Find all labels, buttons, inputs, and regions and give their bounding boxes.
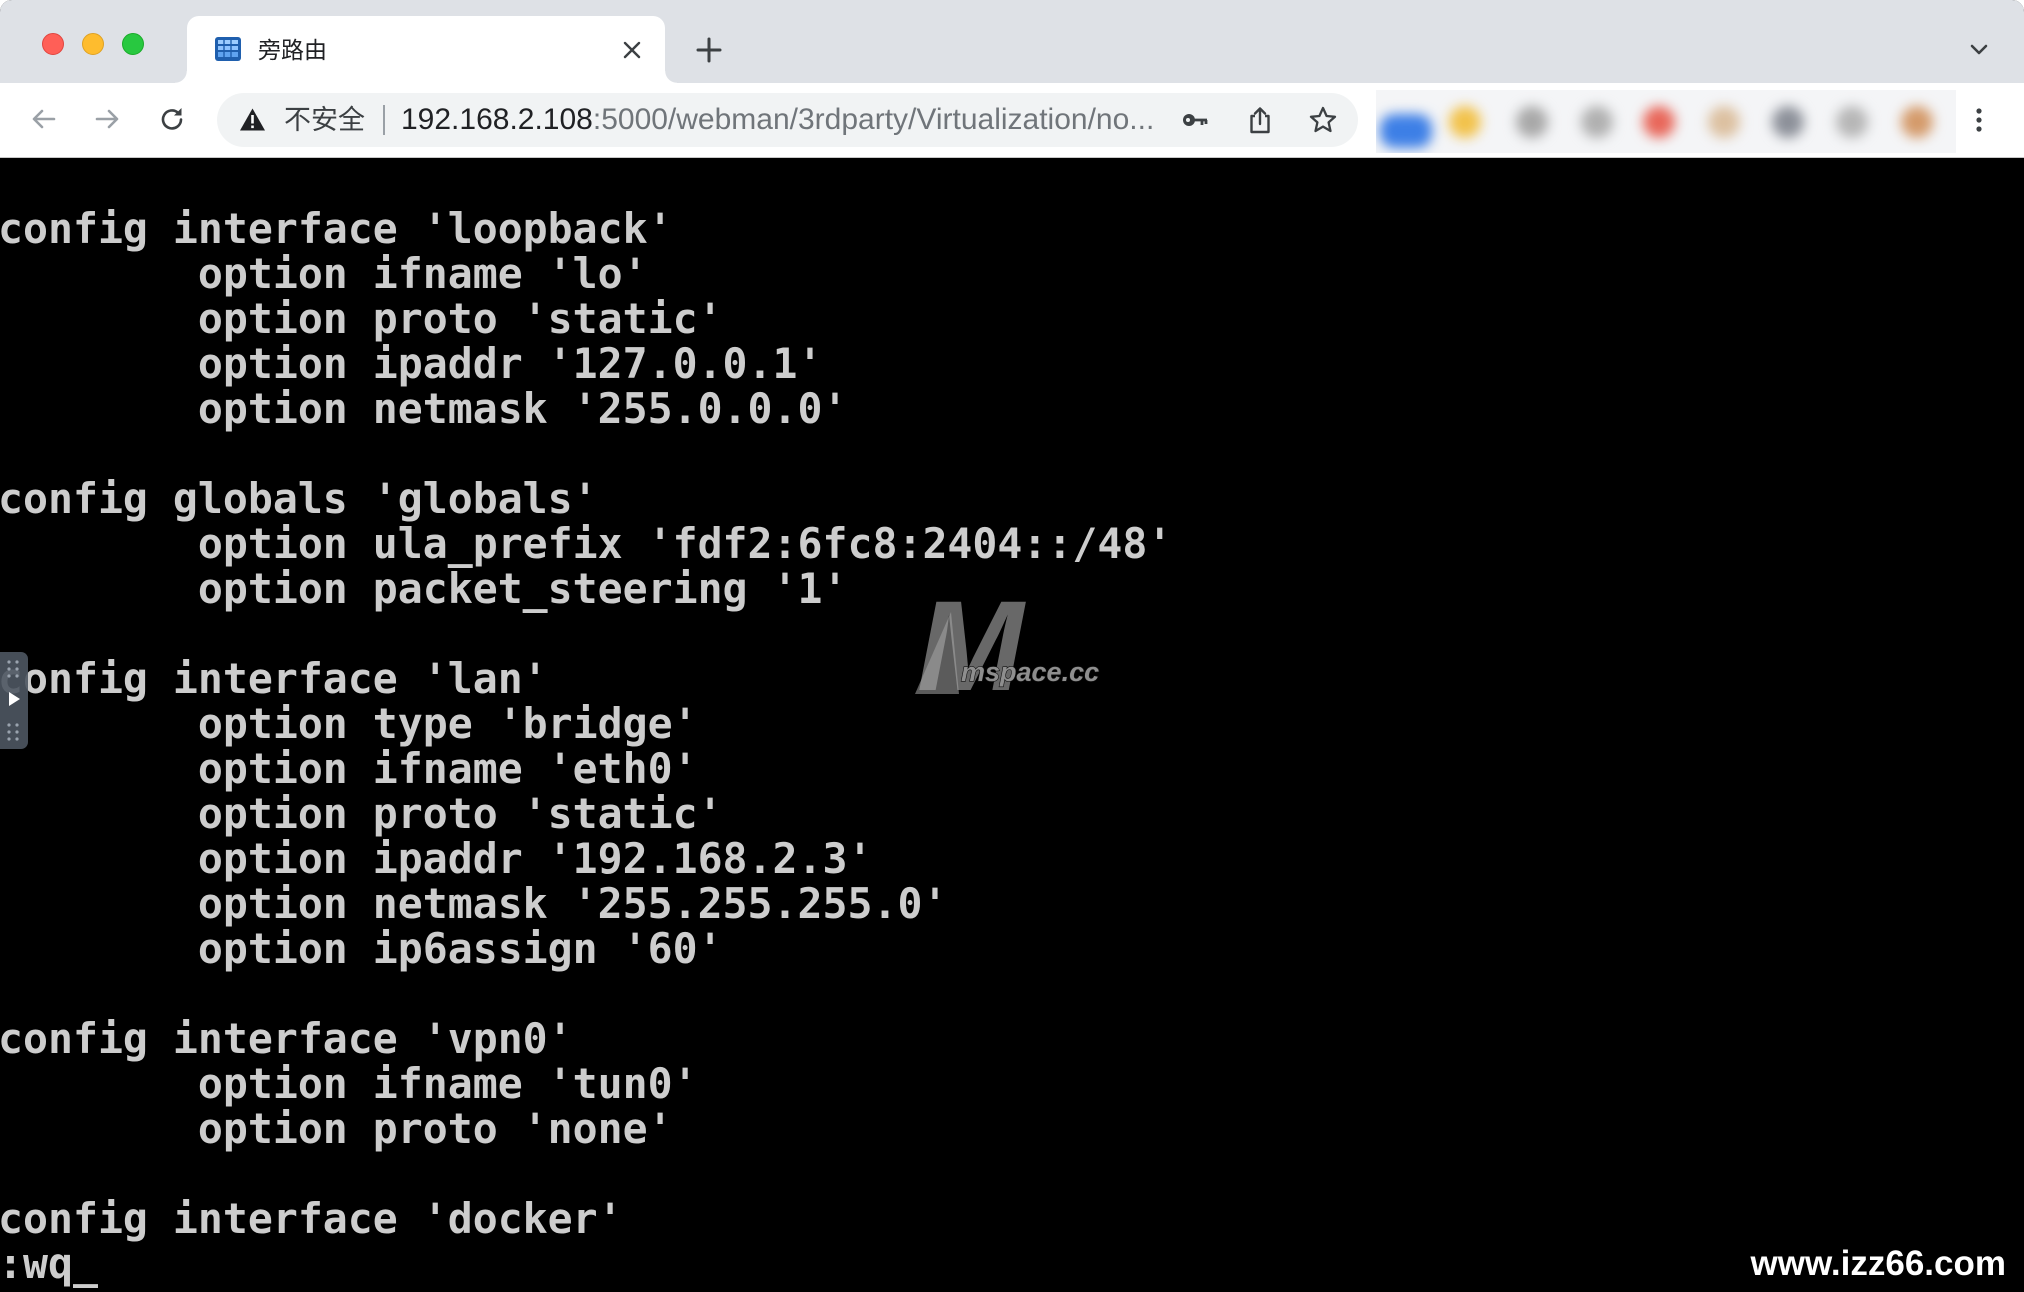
chevron-down-icon[interactable]: [1965, 36, 1993, 64]
terminal-line: config interface 'loopback': [0, 204, 673, 253]
extension-icon[interactable]: [1895, 100, 1939, 144]
extension-icon[interactable]: [1766, 100, 1810, 144]
terminal-line: option ifname 'tun0': [197, 1059, 698, 1108]
url-host: 192.168.2.108: [401, 103, 593, 136]
terminal-line: option proto 'static': [197, 789, 723, 838]
extension-icon[interactable]: [1380, 100, 1432, 148]
maximize-window-icon[interactable]: [122, 33, 144, 55]
extension-icon[interactable]: [1443, 100, 1487, 144]
watermark-logo-text: mspace.cc: [961, 657, 1099, 687]
terminal-line: option ifname 'lo': [197, 249, 648, 298]
terminal-line: config interface 'vpn0': [0, 1014, 573, 1063]
terminal-line: config globals 'globals': [0, 474, 598, 523]
site-watermark: www.izz66.com: [1750, 1244, 2006, 1283]
terminal-line: option ifname 'eth0': [197, 744, 698, 793]
mspace-watermark: M mspace.cc: [905, 590, 1120, 700]
url-text[interactable]: 192.168.2.108:5000/webman/3rdparty/Virtu…: [401, 93, 1161, 147]
play-icon: [7, 660, 20, 741]
terminal-line: option ip6assign '60': [197, 924, 723, 973]
extension-icon[interactable]: [1702, 100, 1746, 144]
extensions-area: [1376, 90, 1956, 153]
url-path: :5000/webman/3rdparty/Virtualization/no.…: [592, 103, 1155, 136]
terminal-line: option proto 'none': [197, 1104, 673, 1153]
terminal-line: option ula_prefix 'fdf2:6fc8:2404::/48': [197, 519, 1173, 568]
terminal-line: config interface 'docker': [0, 1194, 623, 1243]
vi-command: :wq: [0, 1239, 73, 1288]
arrow-left-icon[interactable]: [27, 102, 61, 136]
key-icon[interactable]: [1180, 105, 1210, 135]
browser-tab[interactable]: 旁路由: [175, 16, 677, 83]
close-window-icon[interactable]: [42, 33, 64, 55]
more-vertical-icon[interactable]: [1965, 105, 1993, 135]
tab-strip: 旁路由: [0, 0, 2024, 83]
terminal-line: option netmask '255.0.0.0': [197, 384, 848, 433]
address-bar[interactable]: 不安全 192.168.2.108:5000/webman/3rdparty/V…: [217, 93, 1358, 147]
terminal-line: option ipaddr '127.0.0.1': [197, 339, 823, 388]
star-icon[interactable]: [1308, 105, 1338, 135]
close-icon[interactable]: [620, 38, 644, 62]
vm-console-screen[interactable]: config interface 'loopback' option ifnam…: [0, 158, 2024, 1292]
terminal-line: option ipaddr '192.168.2.3': [197, 834, 873, 883]
terminal-line: option netmask '255.255.255.0': [197, 879, 948, 928]
terminal-line: option proto 'static': [197, 294, 723, 343]
arrow-right-icon[interactable]: [90, 102, 124, 136]
address-divider: [383, 105, 385, 135]
virtualization-app-icon: [213, 34, 243, 64]
toolbar: 不安全 192.168.2.108:5000/webman/3rdparty/V…: [0, 83, 2024, 158]
extension-icon[interactable]: [1830, 100, 1874, 144]
terminal-text: config interface 'loopback' option ifnam…: [0, 206, 1172, 1286]
side-panel-toggle[interactable]: [0, 652, 28, 749]
terminal-cursor: _: [72, 1239, 98, 1288]
reload-icon[interactable]: [155, 102, 189, 136]
extension-icon[interactable]: [1637, 100, 1681, 144]
browser-window: 旁路由 不安全 192.168.2.108:5000/webman/3rdpar…: [0, 0, 2024, 1292]
warning-triangle-icon[interactable]: [239, 107, 266, 132]
tab-title: 旁路由: [258, 37, 327, 63]
vi-command-line: :wq_: [0, 1241, 1172, 1286]
extension-icon[interactable]: [1510, 100, 1554, 144]
minimize-window-icon[interactable]: [82, 33, 104, 55]
extension-icon[interactable]: [1575, 100, 1619, 144]
terminal-line: option type 'bridge': [197, 699, 698, 748]
share-icon[interactable]: [1245, 105, 1275, 135]
security-label[interactable]: 不安全: [284, 93, 365, 147]
plus-icon[interactable]: [693, 34, 725, 66]
